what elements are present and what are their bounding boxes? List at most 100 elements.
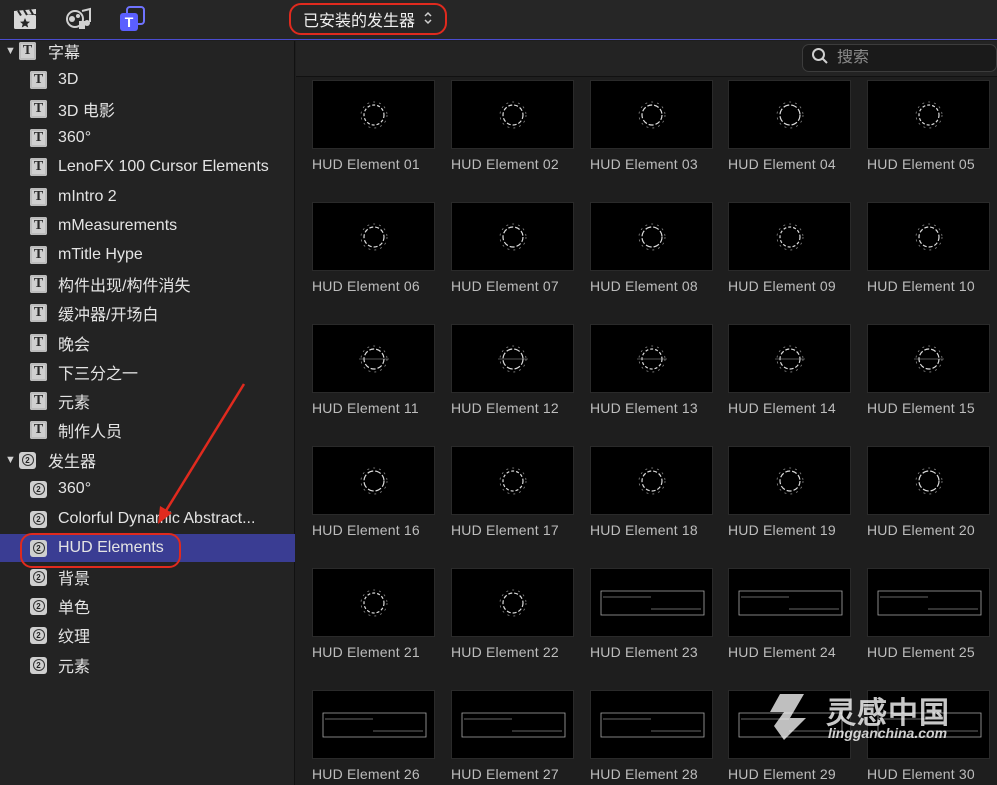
hud-element-tile[interactable]: HUD Element 01 [312, 80, 435, 172]
sidebar-item[interactable]: T 元素 [0, 387, 295, 415]
sidebar-item-label: 3D 电影 [58, 103, 115, 120]
sidebar-item-label: 构件出现/构件消失 [58, 278, 191, 295]
hud-element-tile[interactable]: HUD Element 06 [312, 202, 435, 294]
tile-label: HUD Element 16 [312, 522, 420, 538]
sidebar-category-generators[interactable]: ▼ 2 发生器 [0, 446, 295, 474]
tile-label: HUD Element 28 [590, 766, 698, 782]
sidebar-item-label: 纹理 [58, 629, 91, 646]
sidebar-item-label: Colorful Dynamic Abstract... [58, 510, 256, 527]
sidebar-item-label: 3D [58, 71, 79, 88]
sidebar-item[interactable]: T 3D [0, 66, 295, 94]
sidebar-item[interactable]: T 下三分之一 [0, 358, 295, 386]
tile-thumbnail [867, 446, 990, 515]
hud-element-tile[interactable]: HUD Element 26 [312, 690, 435, 782]
titles-generators-icon[interactable]: T [118, 6, 146, 32]
tile-label: HUD Element 23 [590, 644, 698, 660]
hud-element-tile[interactable]: HUD Element 30 [867, 690, 990, 782]
hud-element-tile[interactable]: HUD Element 29 [728, 690, 851, 782]
tile-label: HUD Element 30 [867, 766, 975, 782]
sidebar-item[interactable]: T 3D 电影 [0, 95, 295, 123]
title-T-icon: T [30, 71, 47, 89]
photos-music-icon[interactable] [65, 6, 93, 32]
hud-element-tile[interactable]: HUD Element 08 [590, 202, 713, 294]
search-icon [811, 47, 829, 70]
tile-thumbnail [312, 80, 435, 149]
hud-element-tile[interactable]: HUD Element 14 [728, 324, 851, 416]
tile-thumbnail [728, 568, 851, 637]
hud-element-tile[interactable]: HUD Element 07 [451, 202, 574, 294]
hud-element-tile[interactable]: HUD Element 15 [867, 324, 990, 416]
hud-element-tile[interactable]: HUD Element 04 [728, 80, 851, 172]
tile-thumbnail [312, 690, 435, 759]
tile-thumbnail [867, 690, 990, 759]
hud-element-tile[interactable]: HUD Element 10 [867, 202, 990, 294]
tile-label: HUD Element 29 [728, 766, 836, 782]
hud-element-tile[interactable]: HUD Element 25 [867, 568, 990, 660]
hud-element-tile[interactable]: HUD Element 12 [451, 324, 574, 416]
sidebar-item[interactable]: T 制作人员 [0, 416, 295, 444]
title-T-icon: T [30, 188, 47, 206]
sidebar-item[interactable]: 2 背景 [0, 563, 295, 591]
title-T-icon: T [30, 363, 47, 381]
hud-element-tile[interactable]: HUD Element 11 [312, 324, 435, 416]
sidebar-item[interactable]: 2 元素 [0, 651, 295, 679]
chevron-updown-icon [423, 11, 433, 27]
sidebar-item-label: 360° [58, 480, 92, 497]
sidebar-item[interactable]: 2 360° [0, 475, 295, 503]
tile-thumbnail [451, 324, 574, 393]
sidebar-item[interactable]: 2 纹理 [0, 621, 295, 649]
sidebar-item-hud-elements[interactable]: 2 HUD Elements [0, 534, 295, 562]
hud-element-tile[interactable]: HUD Element 16 [312, 446, 435, 538]
hud-element-tile[interactable]: HUD Element 19 [728, 446, 851, 538]
sidebar-item[interactable]: TmIntro 2 [0, 183, 295, 211]
tile-label: HUD Element 26 [312, 766, 420, 782]
sidebar-item-label: 单色 [58, 600, 91, 617]
hud-element-tile[interactable]: HUD Element 13 [590, 324, 713, 416]
sidebar-item[interactable]: T 缓冲器/开场白 [0, 299, 295, 327]
sidebar-item-label: mIntro 2 [58, 188, 117, 205]
sidebar-item[interactable]: T 晚会 [0, 329, 295, 357]
tile-thumbnail [451, 80, 574, 149]
hud-element-tile[interactable]: HUD Element 20 [867, 446, 990, 538]
sidebar-item[interactable]: T 360° [0, 124, 295, 152]
search-input[interactable] [837, 49, 977, 67]
tile-label: HUD Element 13 [590, 400, 698, 416]
tile-label: HUD Element 18 [590, 522, 698, 538]
hud-element-tile[interactable]: HUD Element 02 [451, 80, 574, 172]
sidebar-item[interactable]: T LenoFX 100 Cursor Elements [0, 153, 295, 181]
sidebar-item-label: 制作人员 [58, 424, 123, 441]
disclosure-triangle-icon[interactable]: ▼ [5, 454, 16, 466]
sidebar-item-label: 元素 [58, 395, 91, 412]
search-bar [296, 41, 997, 77]
hud-element-tile[interactable]: HUD Element 17 [451, 446, 574, 538]
sidebar-category-titles[interactable]: ▼ T 字幕 [0, 37, 295, 65]
search-field[interactable] [802, 44, 997, 72]
hud-element-tile[interactable]: HUD Element 27 [451, 690, 574, 782]
sidebar-item[interactable]: TmMeasurements [0, 212, 295, 240]
sidebar-item[interactable]: TmTitle Hype [0, 241, 295, 269]
sidebar-item-label: LenoFX 100 Cursor Elements [58, 158, 269, 175]
tile-label: HUD Element 27 [451, 766, 559, 782]
generator-icon: 2 [30, 539, 47, 557]
hud-element-tile[interactable]: HUD Element 28 [590, 690, 713, 782]
title-T-icon: T [30, 392, 47, 410]
hud-element-tile[interactable]: HUD Element 22 [451, 568, 574, 660]
sidebar-item[interactable]: 2 Colorful Dynamic Abstract... [0, 505, 295, 533]
hud-element-tile[interactable]: HUD Element 18 [590, 446, 713, 538]
hud-element-tile[interactable]: HUD Element 09 [728, 202, 851, 294]
tile-thumbnail [590, 80, 713, 149]
clapperboard-icon[interactable] [11, 6, 39, 32]
hud-element-tile[interactable]: HUD Element 05 [867, 80, 990, 172]
category-label: 发生器 [48, 454, 97, 471]
sidebar-item[interactable]: T 构件出现/构件消失 [0, 270, 295, 298]
hud-element-tile[interactable]: HUD Element 23 [590, 568, 713, 660]
disclosure-triangle-icon[interactable]: ▼ [5, 45, 16, 57]
tile-thumbnail [590, 202, 713, 271]
hud-element-tile[interactable]: HUD Element 03 [590, 80, 713, 172]
tile-label: HUD Element 20 [867, 522, 975, 538]
svg-text:T: T [125, 14, 134, 30]
sidebar-item[interactable]: 2 单色 [0, 592, 295, 620]
hud-element-tile[interactable]: HUD Element 24 [728, 568, 851, 660]
hud-element-tile[interactable]: HUD Element 21 [312, 568, 435, 660]
generator-source-selector[interactable]: 已安装的发生器 [289, 3, 447, 35]
